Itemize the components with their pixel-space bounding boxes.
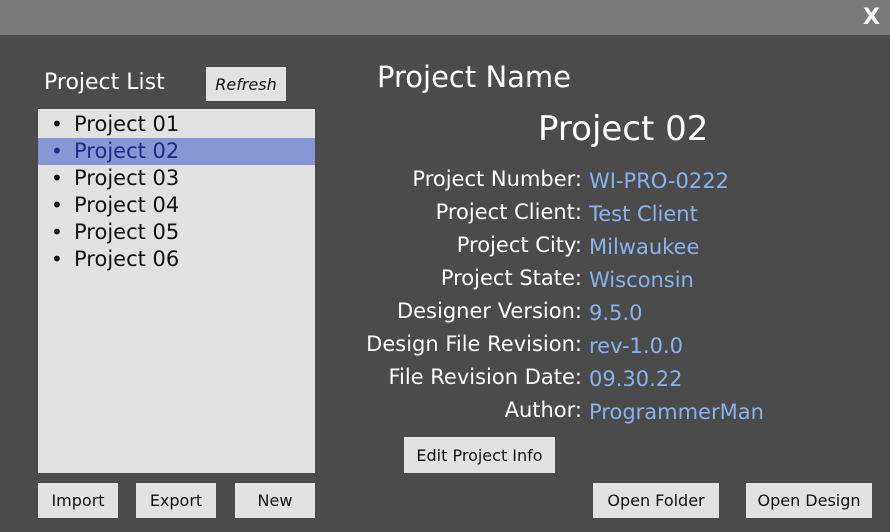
- bullet-icon: •: [51, 247, 63, 271]
- project-listbox[interactable]: • Project 01 • Project 02 • Project 03 •…: [38, 109, 315, 473]
- bullet-icon: •: [51, 139, 63, 163]
- list-item-label: Project 01: [74, 112, 180, 136]
- bullet-icon: •: [51, 193, 63, 217]
- project-name-heading: Project Name: [377, 60, 571, 94]
- title-bar: X: [0, 0, 890, 35]
- new-button[interactable]: New: [235, 483, 315, 518]
- import-button[interactable]: Import: [38, 483, 118, 518]
- list-item-label: Project 03: [74, 166, 180, 190]
- field-value: Test Client: [589, 202, 698, 226]
- field-design-file-revision: Design File Revision: rev-1.0.0: [300, 332, 860, 365]
- field-value: ProgrammerMan: [589, 400, 764, 424]
- bullet-icon: •: [51, 220, 63, 244]
- field-label: Project State:: [440, 266, 582, 290]
- field-label: Designer Version:: [396, 299, 582, 323]
- project-name-value: Project 02: [538, 109, 709, 149]
- bullet-icon: •: [51, 112, 63, 136]
- bullet-icon: •: [51, 166, 63, 190]
- list-item[interactable]: • Project 01: [38, 111, 315, 138]
- list-item-label: Project 05: [74, 220, 180, 244]
- project-list-title: Project List: [44, 70, 165, 95]
- field-project-number: Project Number: WI-PRO-0222: [300, 167, 860, 200]
- field-author: Author: ProgrammerMan: [300, 398, 860, 431]
- field-label: Project City:: [456, 233, 582, 257]
- field-project-city: Project City: Milwaukee: [300, 233, 860, 266]
- list-item[interactable]: • Project 05: [38, 219, 315, 246]
- field-designer-version: Designer Version: 9.5.0: [300, 299, 860, 332]
- field-project-client: Project Client: Test Client: [300, 200, 860, 233]
- field-value: Wisconsin: [589, 268, 694, 292]
- list-item[interactable]: • Project 04: [38, 192, 315, 219]
- field-value: WI-PRO-0222: [589, 169, 729, 193]
- edit-project-info-button[interactable]: Edit Project Info: [404, 437, 555, 473]
- list-item-label: Project 06: [74, 247, 180, 271]
- field-label: Project Number:: [412, 167, 582, 191]
- list-item-label: Project 02: [74, 139, 180, 163]
- field-value: Milwaukee: [589, 235, 700, 259]
- field-value: rev-1.0.0: [589, 334, 683, 358]
- field-project-state: Project State: Wisconsin: [300, 266, 860, 299]
- list-item[interactable]: • Project 06: [38, 246, 315, 273]
- field-label: Project Client:: [435, 200, 582, 224]
- export-button[interactable]: Export: [136, 483, 216, 518]
- list-item[interactable]: • Project 03: [38, 165, 315, 192]
- field-value: 09.30.22: [589, 367, 683, 391]
- list-item[interactable]: • Project 02: [38, 138, 315, 165]
- refresh-button[interactable]: Refresh: [206, 67, 286, 101]
- field-value: 9.5.0: [589, 301, 643, 325]
- field-label: Author:: [504, 398, 582, 422]
- field-file-revision-date: File Revision Date: 09.30.22: [300, 365, 860, 398]
- field-label: File Revision Date:: [388, 365, 582, 389]
- field-label: Design File Revision:: [366, 332, 582, 356]
- open-design-button[interactable]: Open Design: [746, 483, 872, 518]
- open-folder-button[interactable]: Open Folder: [593, 483, 719, 518]
- list-item-label: Project 04: [74, 193, 180, 217]
- close-button[interactable]: X: [863, 4, 880, 32]
